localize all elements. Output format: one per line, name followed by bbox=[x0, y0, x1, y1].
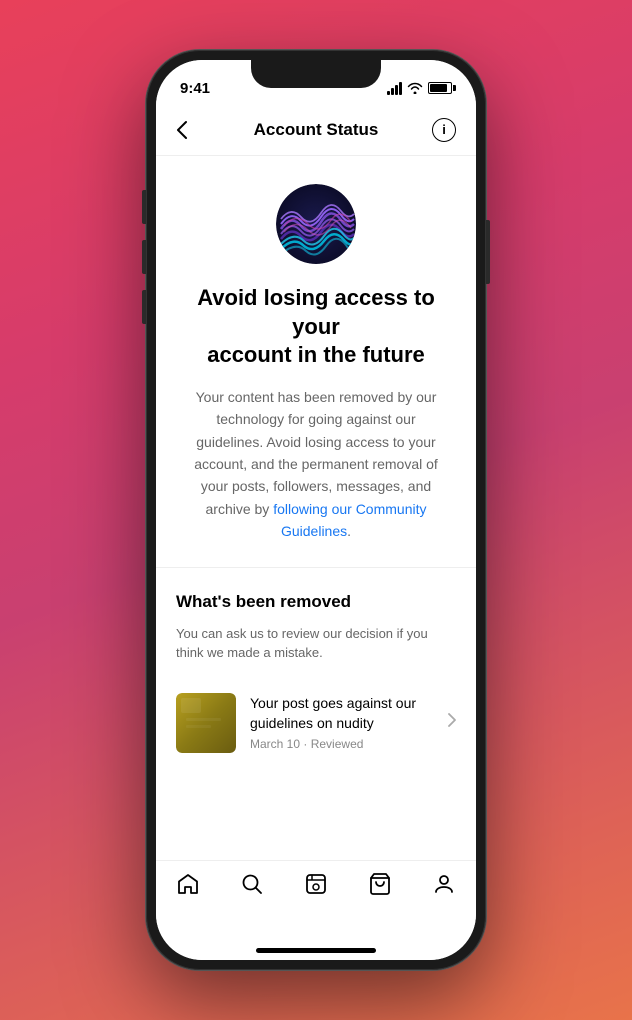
wifi-icon bbox=[407, 82, 423, 94]
battery-fill bbox=[430, 84, 447, 92]
main-heading: Avoid losing access to your account in t… bbox=[184, 284, 448, 370]
info-icon: i bbox=[432, 118, 456, 142]
removed-section-title: What's been removed bbox=[176, 592, 456, 612]
page-title: Account Status bbox=[254, 120, 379, 140]
main-content: Avoid losing access to your account in t… bbox=[156, 156, 476, 860]
home-bar bbox=[256, 948, 376, 953]
tab-home[interactable] bbox=[165, 871, 211, 897]
status-icons bbox=[387, 82, 452, 95]
removed-section: What's been removed You can ask us to re… bbox=[156, 568, 476, 785]
hero-description: Your content has been removed by our tec… bbox=[184, 386, 448, 543]
home-indicator bbox=[156, 940, 476, 960]
signal-icon bbox=[387, 82, 402, 95]
search-icon bbox=[239, 871, 265, 897]
post-meta: March 10 · Reviewed bbox=[250, 737, 434, 751]
battery-icon bbox=[428, 82, 452, 94]
post-info: Your post goes against our guidelines on… bbox=[250, 694, 434, 751]
tab-bar bbox=[156, 860, 476, 940]
tab-profile[interactable] bbox=[421, 871, 467, 897]
removed-section-description: You can ask us to review our decision if… bbox=[176, 624, 456, 663]
info-button[interactable]: i bbox=[424, 118, 456, 142]
phone-screen: 9:41 bbox=[156, 60, 476, 960]
notch bbox=[251, 60, 381, 88]
avatar bbox=[276, 184, 356, 264]
tab-shop[interactable] bbox=[357, 871, 403, 897]
back-button[interactable] bbox=[176, 120, 208, 140]
reels-icon bbox=[303, 871, 329, 897]
tab-reels[interactable] bbox=[293, 871, 339, 897]
post-thumbnail bbox=[176, 693, 236, 753]
hero-section: Avoid losing access to your account in t… bbox=[156, 156, 476, 567]
profile-icon bbox=[431, 871, 457, 897]
shop-icon bbox=[367, 871, 393, 897]
home-icon bbox=[175, 871, 201, 897]
tab-search[interactable] bbox=[229, 871, 275, 897]
post-list-item[interactable]: Your post goes against our guidelines on… bbox=[176, 681, 456, 765]
post-title: Your post goes against our guidelines on… bbox=[250, 694, 434, 733]
post-chevron-icon bbox=[448, 713, 456, 732]
status-bar: 9:41 bbox=[156, 60, 476, 104]
status-time: 9:41 bbox=[180, 80, 210, 97]
phone-device: 9:41 bbox=[146, 50, 486, 970]
nav-bar: Account Status i bbox=[156, 104, 476, 156]
